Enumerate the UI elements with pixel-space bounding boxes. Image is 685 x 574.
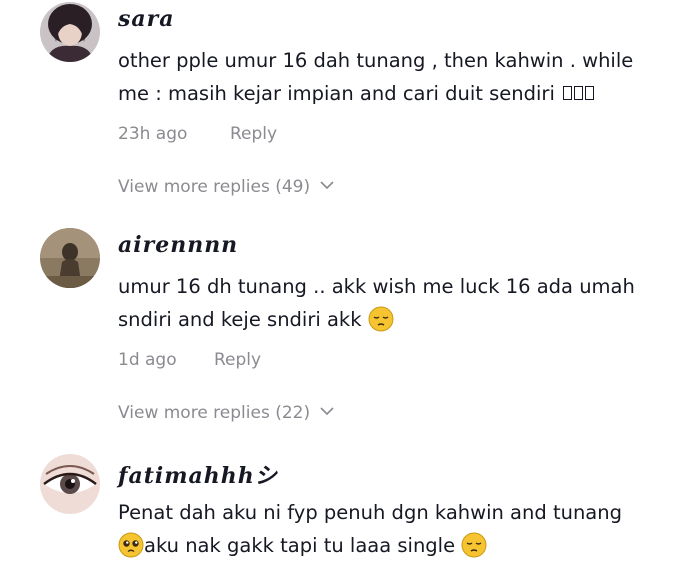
comment-text-line: other pple umur 16 dah tunang , then kah… <box>118 49 634 72</box>
timestamp: 1d ago <box>118 350 177 370</box>
comment-text-line: me : masih kejar impian and cari duit se… <box>118 77 678 110</box>
comment-text: umur 16 dh tunang .. akk wish me luck 16… <box>118 270 678 336</box>
pleading-face-emoji <box>118 532 144 557</box>
comment-text: other pple umur 16 dah tunang , then kah… <box>118 44 678 110</box>
comment-text: Penat dah aku ni fyp penuh dgn kahwin an… <box>118 496 678 562</box>
view-more-replies-button[interactable]: View more replies (22) <box>118 403 334 423</box>
comment-text-line-2: aku nak gakk tapi tu laaa single <box>144 534 456 557</box>
comment-text-line: sndiri and keje sndiri akk <box>118 303 678 336</box>
pensive-face-emoji <box>461 532 487 557</box>
comment-text-line-2: me : masih kejar impian and cari duit se… <box>118 82 555 105</box>
missing-glyph-icon <box>574 85 584 100</box>
avatar[interactable] <box>40 2 100 62</box>
avatar[interactable] <box>40 454 100 514</box>
comment-item: fatimahhhシ Penat dah aku ni fyp penuh dg… <box>0 452 685 574</box>
pensive-face-emoji <box>368 306 394 331</box>
username[interactable]: sara <box>118 6 175 32</box>
comment-meta: 1d ago Reply <box>118 350 261 370</box>
view-more-replies-label: View more replies (49) <box>118 177 311 197</box>
avatar[interactable] <box>40 228 100 288</box>
comment-item: airennnn umur 16 dh tunang .. akk wish m… <box>0 226 685 446</box>
username[interactable]: airennnn <box>118 232 238 258</box>
comment-text-line: Penat dah aku ni fyp penuh dgn kahwin an… <box>118 501 622 524</box>
comment-item: sara other pple umur 16 dah tunang , the… <box>0 0 685 220</box>
missing-glyph-icon <box>585 85 595 100</box>
view-more-replies-button[interactable]: View more replies (49) <box>118 177 334 197</box>
missing-glyph-icon <box>563 85 573 100</box>
chevron-down-icon <box>320 406 334 415</box>
username[interactable]: fatimahhhシ <box>118 458 278 490</box>
reply-button[interactable]: Reply <box>214 350 261 370</box>
view-more-replies-label: View more replies (22) <box>118 403 311 423</box>
timestamp: 23h ago <box>118 124 188 144</box>
comment-meta: 23h ago Reply <box>118 124 277 144</box>
comment-text-line: aku nak gakk tapi tu laaa single <box>118 529 678 562</box>
comment-text-line-2: sndiri and keje sndiri akk <box>118 308 362 331</box>
reply-button[interactable]: Reply <box>230 124 277 144</box>
chevron-down-icon <box>320 180 334 189</box>
comment-text-line: umur 16 dh tunang .. akk wish me luck 16… <box>118 275 635 298</box>
